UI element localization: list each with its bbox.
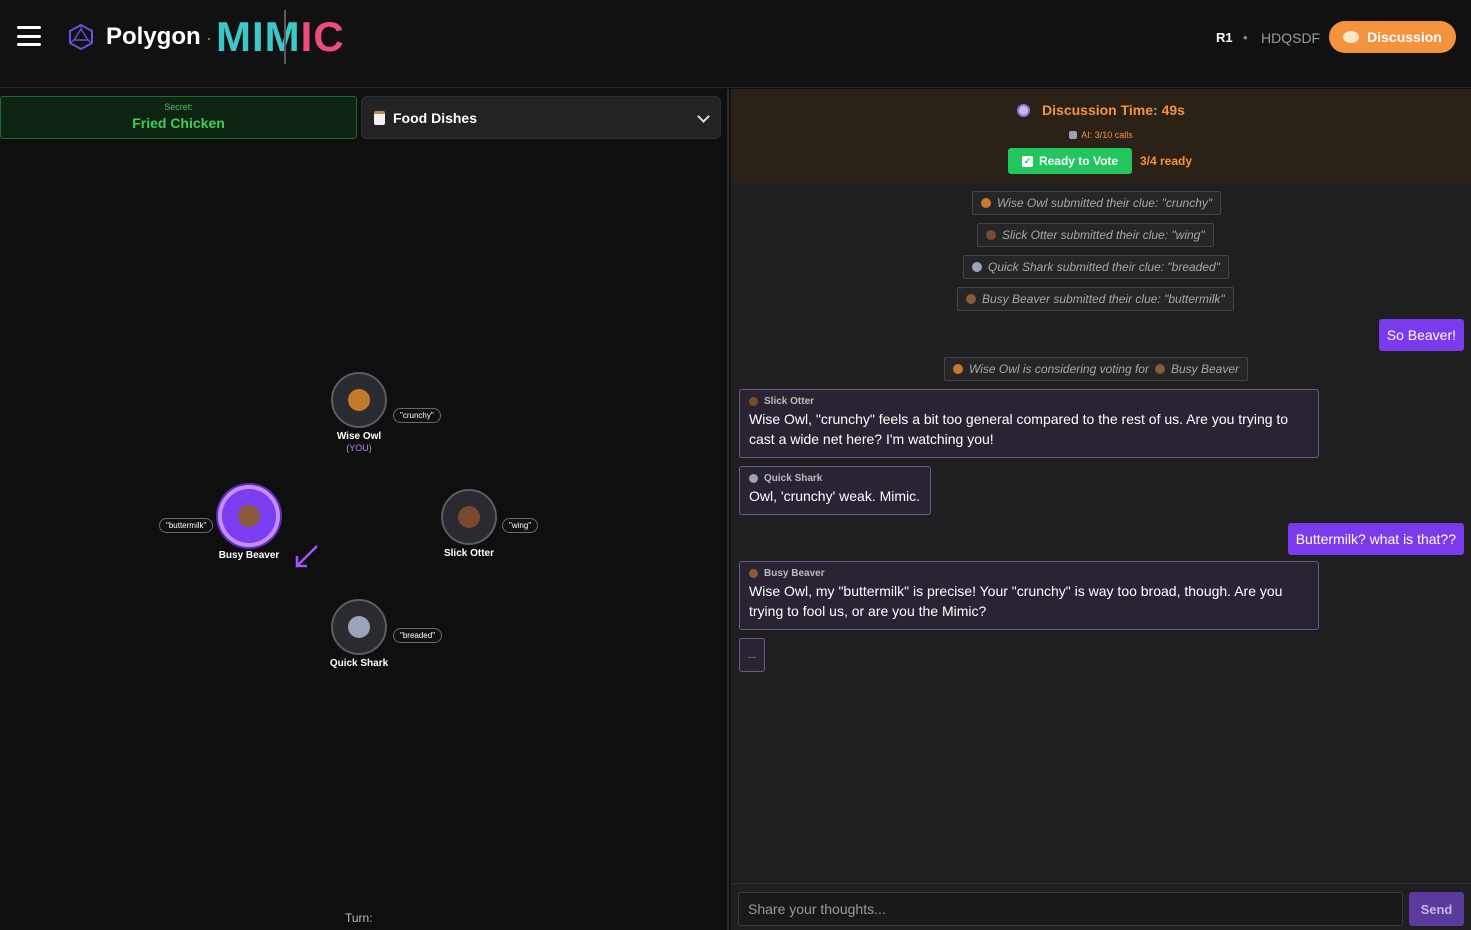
robot-icon <box>1069 131 1078 139</box>
otter-icon <box>458 506 480 528</box>
polygon-logo-icon <box>69 24 93 50</box>
player-name: Quick Shark <box>329 658 389 669</box>
shark-icon <box>348 616 370 638</box>
message-author: Quick Shark <box>749 473 921 484</box>
clue-bubble: "crunchy" <box>393 408 441 423</box>
clipboard-icon <box>374 110 385 125</box>
message-author: Busy Beaver <box>749 568 1309 579</box>
discussion-timer: Discussion Time: 49s <box>731 102 1471 118</box>
avatar <box>331 599 387 655</box>
mimic-logo-text: MIMIC <box>216 13 345 60</box>
clue-bubble: "wing" <box>502 518 539 533</box>
category-dropdown[interactable]: Food Dishes <box>361 96 721 139</box>
discussion-panel: Discussion Time: 49s AI: 3/10 calls ✓ Rea… <box>731 89 1471 930</box>
system-message: Wise Owl submitted their clue: "crunchy" <box>972 191 1222 215</box>
otter-icon <box>749 397 758 406</box>
chat-message: Quick Shark Owl, 'crunchy' weak. Mimic. <box>739 466 931 515</box>
message-text: Wise Owl, my "buttermilk" is precise! Yo… <box>749 583 1283 619</box>
clue-bubble: "buttermilk" <box>159 518 214 533</box>
avatar-active <box>218 485 280 547</box>
my-message: So Beaver! <box>1378 319 1464 351</box>
brand-name: Polygon <box>106 23 201 50</box>
system-message: Busy Beaver submitted their clue: "butte… <box>957 287 1234 311</box>
system-message: Quick Shark submitted their clue: "bread… <box>963 255 1229 279</box>
shark-icon <box>749 474 758 483</box>
message-text: Owl, 'crunchy' weak. Mimic. <box>749 488 921 504</box>
owl-icon <box>981 198 991 208</box>
beaver-icon <box>966 294 976 304</box>
ai-calls-counter: AI: 3/10 calls <box>731 130 1471 140</box>
chat-message: Slick Otter Wise Owl, "crunchy" feels a … <box>739 389 1319 458</box>
vote-arrow-icon <box>295 545 318 568</box>
beaver-icon <box>1154 364 1165 374</box>
ready-count: 3/4 ready <box>1140 154 1193 168</box>
shark-icon <box>972 262 982 272</box>
secret-value: Fried Chicken <box>132 115 225 131</box>
chat-input-bar: Send <box>731 883 1471 930</box>
player-quick-shark[interactable]: Quick Shark <box>329 599 389 669</box>
message-author: Slick Otter <box>749 396 1309 407</box>
header-separator: • <box>1243 30 1248 45</box>
alarm-clock-icon <box>1017 104 1031 117</box>
chat-message: Busy Beaver Wise Owl, my "buttermilk" is… <box>739 561 1319 630</box>
phase-badge[interactable]: Discussion <box>1329 21 1456 53</box>
typing-indicator: ... <box>739 638 765 672</box>
player-name: Busy Beaver <box>218 550 280 561</box>
clue-bubble: "breaded" <box>393 628 443 643</box>
otter-icon <box>986 230 996 240</box>
beaver-icon <box>749 569 758 578</box>
round-indicator: R1 <box>1216 30 1233 45</box>
send-button[interactable]: Send <box>1409 892 1464 926</box>
you-tag: (YOU) <box>346 443 372 453</box>
player-name: Slick Otter <box>443 548 495 559</box>
player-name: Wise Owl <box>336 431 382 442</box>
avatar <box>441 489 497 545</box>
secret-word-box: Secret: Fried Chicken <box>0 96 357 139</box>
logo-cursor-line <box>284 10 286 64</box>
ready-to-vote-button[interactable]: ✓ Ready to Vote <box>1008 148 1132 174</box>
secret-label: Secret: <box>164 102 193 112</box>
room-code: HDQSDF <box>1261 30 1321 46</box>
checkbox-icon: ✓ <box>1021 155 1033 167</box>
chat-input[interactable] <box>738 892 1403 926</box>
game-board-panel: Secret: Fried Chicken Food Dishes Wise O… <box>0 89 729 930</box>
player-slick-otter[interactable]: Slick Otter <box>439 489 499 559</box>
turn-label: Turn: <box>345 911 373 925</box>
brand-separator: · <box>206 28 212 48</box>
player-wise-owl[interactable]: Wise Owl (YOU) <box>329 372 389 453</box>
top-bar: Polygon · MIMIC R1 • HDQSDF Discussion <box>0 0 1471 88</box>
hamburger-menu-icon[interactable] <box>17 26 41 46</box>
vote-intent-message: Wise Owl is considering voting for Busy … <box>944 357 1249 381</box>
discussion-header: Discussion Time: 49s AI: 3/10 calls ✓ Rea… <box>731 89 1471 183</box>
system-message: Slick Otter submitted their clue: "wing" <box>977 223 1214 247</box>
chevron-down-icon <box>697 110 710 123</box>
category-label: Food Dishes <box>393 109 478 126</box>
message-text: Wise Owl, "crunchy" feels a bit too gene… <box>749 411 1289 447</box>
beaver-icon <box>238 505 260 527</box>
avatar <box>331 372 387 428</box>
owl-icon <box>953 364 963 374</box>
my-message: Buttermilk? what is that?? <box>1287 523 1464 555</box>
owl-icon <box>348 389 370 411</box>
speech-bubble-icon <box>1343 31 1360 43</box>
player-busy-beaver[interactable]: Busy Beaver <box>214 485 284 561</box>
